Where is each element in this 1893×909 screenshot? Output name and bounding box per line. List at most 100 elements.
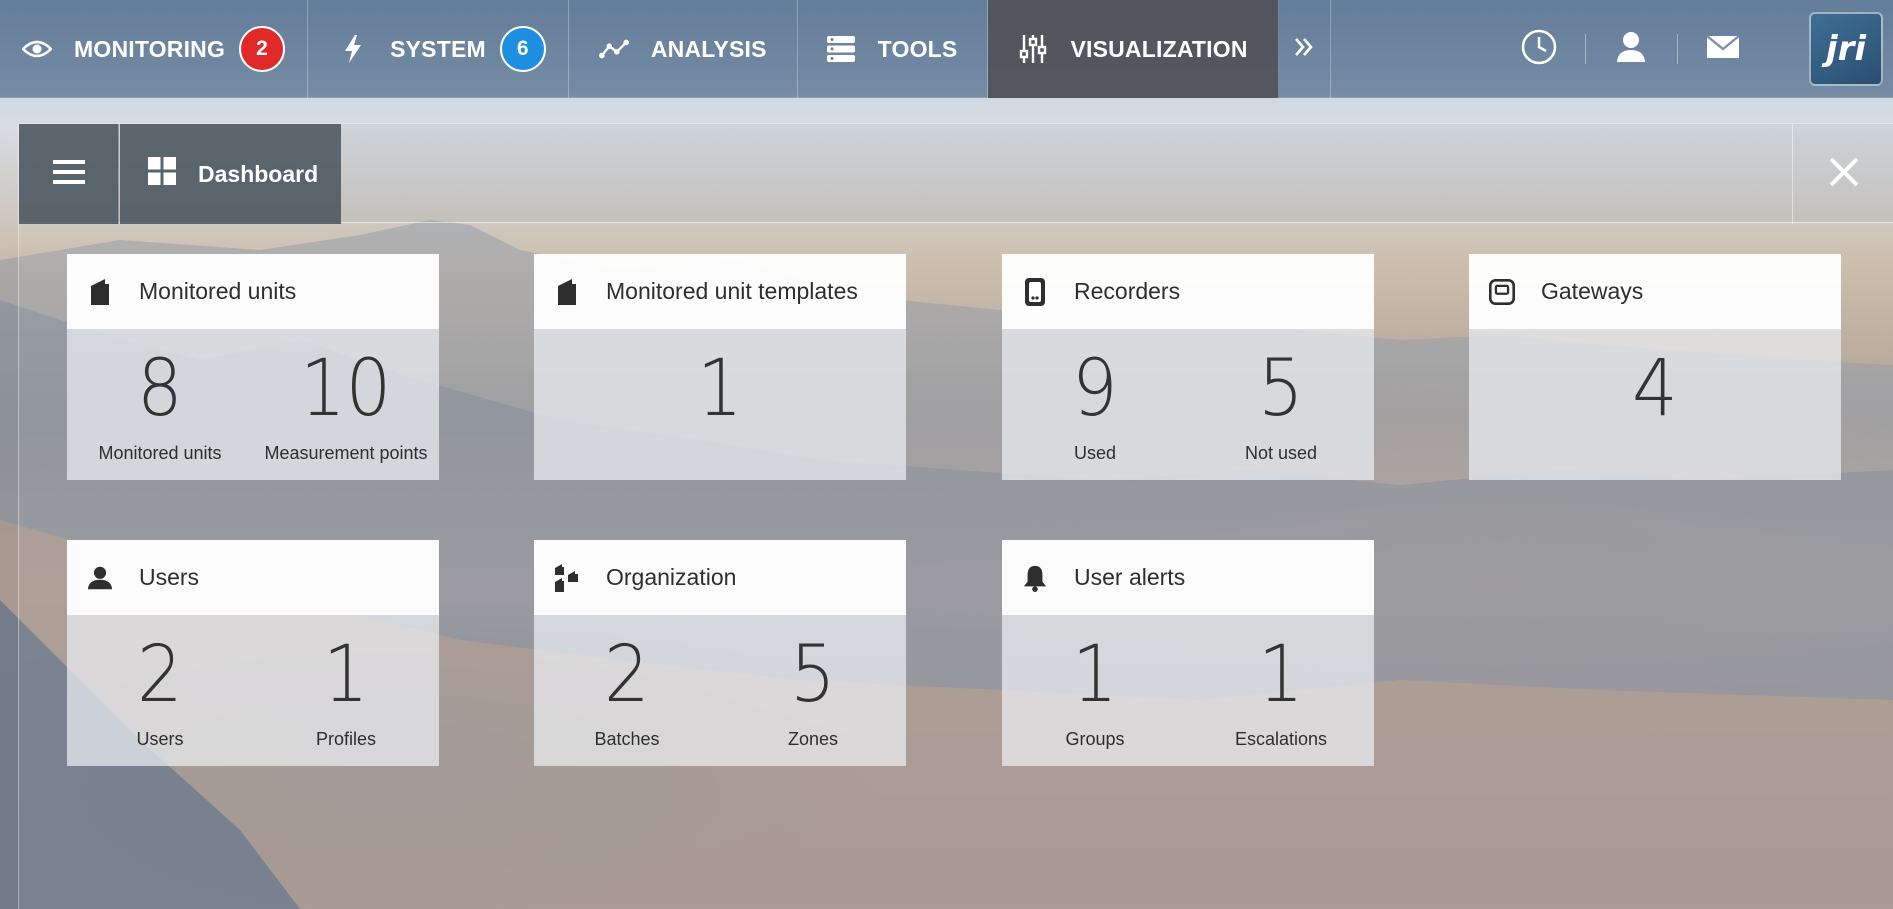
card-header: User alerts [1002, 540, 1374, 615]
tab-dashboard[interactable]: Dashboard [120, 124, 341, 224]
server-stack-icon [826, 34, 856, 64]
user-icon [87, 563, 113, 593]
user-profile-button[interactable] [1585, 0, 1677, 98]
system-count-badge: 6 [499, 26, 546, 72]
double-chevron-right-icon [1293, 32, 1315, 66]
nav-monitoring[interactable]: MONITORING 2 [0, 0, 309, 98]
stat-item: 10 Measurement points [253, 329, 439, 480]
stat-value: 2 [604, 630, 650, 720]
dashboard-panel: Dashboard Monitored units 8 Monitored un… [18, 123, 1893, 909]
stat-item: 2 Users [67, 615, 253, 766]
stat-item: 1 Escalations [1188, 615, 1374, 766]
organization-icon [554, 563, 580, 593]
card-title: Monitored unit templates [606, 278, 858, 304]
card-stats: 4 [1469, 329, 1841, 480]
nav-tools[interactable]: TOOLS [798, 0, 989, 98]
card-stats: 9 Used 5 Not used [1002, 329, 1374, 480]
card-title: Gateways [1541, 278, 1644, 304]
clock-icon [1520, 28, 1558, 71]
sliders-icon [1018, 34, 1048, 64]
card-title: Recorders [1074, 278, 1181, 304]
messages-button[interactable] [1677, 0, 1769, 98]
stat-label: Escalations [1234, 729, 1328, 749]
stat-item: 5 Zones [720, 615, 906, 766]
stat-label: Batches [594, 729, 660, 749]
gateway-icon [1489, 277, 1515, 307]
card-monitored-units[interactable]: Monitored units 8 Monitored units 10 Mea… [67, 254, 439, 480]
stat-item: 4 [1469, 329, 1841, 480]
stat-value: 8 [137, 344, 183, 434]
card-header: Recorders [1002, 254, 1374, 329]
stat-value: 5 [1258, 344, 1304, 434]
stat-item: 1 Groups [1002, 615, 1188, 766]
card-stats: 2 Batches 5 Zones [534, 615, 906, 766]
card-header: Monitored units [67, 254, 439, 329]
card-header: Gateways [1469, 254, 1841, 329]
stat-item: 5 Not used [1188, 329, 1374, 480]
unit-icon [554, 277, 580, 307]
stat-value: 10 [300, 344, 392, 434]
stat-value: 1 [1072, 630, 1118, 720]
nav-monitoring-label: MONITORING [74, 35, 226, 62]
recorder-icon [1022, 277, 1048, 307]
stat-item: 8 Monitored units [67, 329, 253, 480]
card-organization[interactable]: Organization 2 Batches 5 Zones [534, 540, 906, 766]
bell-icon [1022, 563, 1048, 593]
history-button[interactable] [1493, 0, 1585, 98]
jri-logo[interactable]: jri [1809, 12, 1883, 86]
monitoring-count-badge: 2 [239, 26, 286, 72]
card-users[interactable]: Users 2 Users 1 Profiles [67, 540, 439, 766]
nav-system-label: SYSTEM [390, 35, 486, 62]
dashboard-header: Dashboard [19, 123, 1893, 224]
nav-tools-label: TOOLS [877, 35, 958, 62]
nav-analysis[interactable]: ANALYSIS [569, 0, 798, 98]
line-graph-icon [598, 34, 629, 64]
nav-right-tools: jri [1493, 0, 1893, 98]
close-button[interactable] [1792, 124, 1893, 224]
stat-label: Users [136, 729, 184, 749]
card-monitored-unit-templates[interactable]: Monitored unit templates 1 [534, 254, 906, 480]
unit-icon [87, 277, 113, 307]
stat-label: Not used [1244, 443, 1318, 463]
card-user-alerts[interactable]: User alerts 1 Groups 1 Escalations [1002, 540, 1374, 766]
mail-icon [1706, 34, 1740, 64]
stat-value: 5 [790, 630, 836, 720]
user-icon [1616, 31, 1646, 68]
stat-label: Measurement points [264, 443, 428, 463]
card-title: Monitored units [139, 278, 297, 304]
logo-text: jri [1825, 29, 1867, 69]
card-title: Users [139, 564, 200, 590]
nav-visualization-label: VISUALIZATION [1070, 35, 1248, 62]
card-gateways[interactable]: Gateways 4 [1469, 254, 1841, 480]
stat-item: 1 Profiles [253, 615, 439, 766]
stat-value: 4 [1632, 344, 1678, 434]
nav-system[interactable]: SYSTEM 6 [308, 0, 569, 98]
card-stats: 2 Users 1 Profiles [67, 615, 439, 766]
grid-icon [148, 157, 176, 191]
card-stats: 1 [534, 329, 906, 480]
card-header: Users [67, 540, 439, 615]
more-nav-button[interactable] [1279, 0, 1331, 98]
top-navigation: MONITORING 2 SYSTEM 6 ANALYSIS TOOLS VIS… [0, 0, 1893, 98]
nav-visualization[interactable]: VISUALIZATION [988, 0, 1279, 98]
tab-dashboard-label: Dashboard [198, 160, 319, 187]
stat-label: Monitored units [98, 443, 222, 463]
card-title: Organization [606, 564, 737, 590]
stat-value: 1 [697, 344, 743, 434]
nav-analysis-label: ANALYSIS [650, 35, 767, 62]
hamburger-icon [52, 159, 85, 190]
stat-value: 2 [137, 630, 183, 720]
stat-item: 9 Used [1002, 329, 1188, 480]
stat-label: Used [1073, 443, 1117, 463]
stat-value: 1 [323, 630, 369, 720]
stat-item: 1 [534, 329, 906, 480]
card-header: Organization [534, 540, 906, 615]
card-recorders[interactable]: Recorders 9 Used 5 Not used [1002, 254, 1374, 480]
card-stats: 1 Groups 1 Escalations [1002, 615, 1374, 766]
close-icon [1828, 156, 1860, 193]
eye-icon [22, 34, 52, 64]
menu-button[interactable] [19, 124, 119, 224]
stat-label: Profiles [315, 729, 377, 749]
card-stats: 8 Monitored units 10 Measurement points [67, 329, 439, 480]
stat-label: Zones [787, 729, 839, 749]
